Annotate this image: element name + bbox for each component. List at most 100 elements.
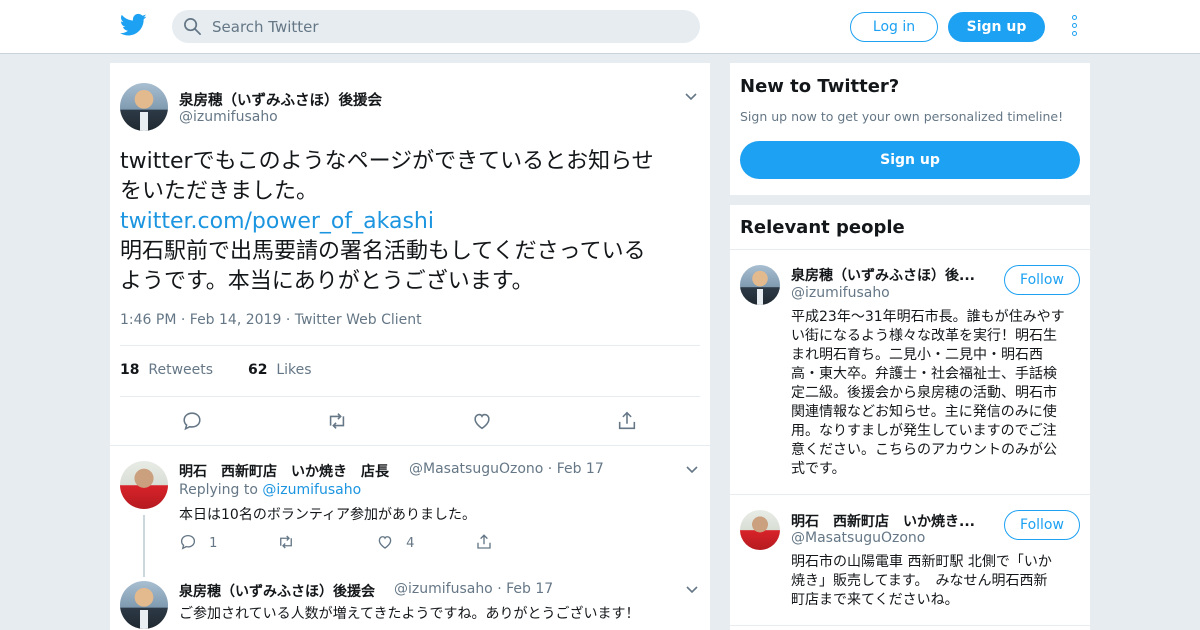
like-stat[interactable]: 62 Likes xyxy=(248,362,312,378)
retweet-stat[interactable]: 18 Retweets xyxy=(120,362,213,378)
bio-line: 定二級。後援会から泉房穂の活動、明石市 xyxy=(791,385,1057,401)
chevron-down-icon[interactable] xyxy=(685,93,697,101)
bio-line: 式です。 xyxy=(791,461,846,477)
reply-icon[interactable] xyxy=(181,410,203,432)
meta-separator: · xyxy=(547,461,553,477)
reply-action[interactable]: 1 xyxy=(179,533,217,551)
divider xyxy=(730,494,1090,495)
bio-line: い街になるよう様々な改革を実行！明石生 xyxy=(791,328,1057,344)
relevant-people-title: Relevant people xyxy=(740,217,905,238)
like-action[interactable]: 4 xyxy=(376,533,414,551)
replying-to-handle[interactable]: @izumifusaho xyxy=(262,482,361,498)
retweet-action[interactable] xyxy=(277,533,295,551)
top-navigation-bar: Log in Sign up xyxy=(0,0,1200,54)
tweet-text-line: ようです。本当にありがとうございます。 xyxy=(120,269,534,294)
reply-author-handle[interactable]: @izumifusaho · Feb 17 xyxy=(394,581,553,597)
signup-button[interactable]: Sign up xyxy=(948,12,1045,42)
replying-to-label: Replying to xyxy=(179,482,258,498)
signup-card-title: New to Twitter? xyxy=(740,76,900,97)
replying-to: Replying to @izumifusaho xyxy=(179,482,361,498)
tweet-meta: 1:46 PM · Feb 14, 2019 · Twitter Web Cli… xyxy=(120,312,422,328)
avatar[interactable] xyxy=(120,83,168,131)
reply-author-name[interactable]: 明石 西新町店 いか焼き 店長 xyxy=(179,461,389,481)
login-button[interactable]: Log in xyxy=(850,12,938,42)
share-action[interactable] xyxy=(475,533,493,551)
retweet-icon[interactable] xyxy=(326,410,348,432)
retweets-label: Retweets xyxy=(148,362,214,378)
tweet-time[interactable]: 1:46 PM xyxy=(120,312,176,328)
signup-card: New to Twitter? Sign up now to get your … xyxy=(730,63,1090,195)
retweets-count: 18 xyxy=(120,362,140,378)
divider xyxy=(120,396,700,397)
tweet-text-line: 明石駅前で出馬要請の署名活動もしてくださっている xyxy=(120,239,646,264)
reply-date[interactable]: Feb 17 xyxy=(557,461,604,477)
meta-separator: · xyxy=(285,312,291,328)
tweet-link[interactable]: twitter.com/power_of_akashi xyxy=(120,207,700,237)
likes-count: 62 xyxy=(247,362,268,378)
person-bio: 明石市の山陽電車 西新町駅 北側で「いか 焼き」販売してます。 みなせん明石西新… xyxy=(791,553,1083,610)
retweet-icon xyxy=(280,535,292,549)
tweet-author-handle[interactable]: @izumifusaho xyxy=(179,109,278,125)
bio-line: 焼き」販売してます。 みなせん明石西新 xyxy=(791,573,1048,589)
person-handle[interactable]: @MasatsuguOzono xyxy=(791,530,925,546)
meta-separator: · xyxy=(180,312,186,328)
divider xyxy=(730,625,1090,626)
tweet-text-line: twitterでもこのようなページができているとお知らせ xyxy=(120,149,654,174)
person-handle[interactable]: @izumifusaho xyxy=(791,285,890,301)
bio-line: まれ明石育ち。二見小・二見中・明石西 xyxy=(791,347,1043,363)
bio-line: 用。なりすましが発生していますのでご注 xyxy=(791,423,1057,439)
search-icon xyxy=(184,18,201,35)
tweet-date[interactable]: Feb 14, 2019 xyxy=(190,312,282,328)
thread-connector xyxy=(143,515,145,577)
follow-button[interactable]: Follow xyxy=(1004,510,1080,540)
tweet-text-line: をいただきました。 xyxy=(120,179,319,204)
heart-icon[interactable] xyxy=(471,410,493,432)
reply-text: 本日は10名のボランティア参加がありました。 xyxy=(179,507,476,523)
reply-icon xyxy=(180,534,196,550)
divider xyxy=(730,249,1090,250)
tweet-column: 泉房穂（いずみふさほ）後援会 @izumifusaho twitterでもこのよ… xyxy=(110,63,710,630)
likes-label: Likes xyxy=(276,362,312,378)
reply-handle-text: @MasatsuguOzono xyxy=(409,461,544,477)
heart-icon xyxy=(378,536,392,549)
reply-text: ご参加されている人数が増えてきたようですね。ありがとうございます！ xyxy=(179,606,640,622)
tweet-client: Twitter Web Client xyxy=(294,312,422,328)
signup-button[interactable]: Sign up xyxy=(740,141,1080,179)
bio-line: 平成23年〜31年明石市長。誰もが住みやす xyxy=(791,309,1065,325)
tweet-stats: 18 Retweets 62 Likes xyxy=(120,362,312,378)
chevron-down-icon[interactable] xyxy=(686,466,698,474)
search-box[interactable] xyxy=(172,10,700,43)
share-icon xyxy=(477,534,491,549)
bio-line: 町店まで来てくださいね。 xyxy=(791,592,959,608)
avatar[interactable] xyxy=(120,461,168,509)
search-input[interactable] xyxy=(212,10,682,43)
divider xyxy=(120,345,700,346)
person-name[interactable]: 泉房穂（いずみふさほ）後... xyxy=(791,265,975,285)
avatar[interactable] xyxy=(120,581,168,629)
reply-author-name[interactable]: 泉房穂（いずみふさほ）後援会 xyxy=(179,581,375,601)
reply-handle-text: @izumifusaho xyxy=(394,581,493,597)
bio-line: 明石市の山陽電車 西新町駅 北側で「いか xyxy=(791,554,1052,570)
relevant-people-card: Relevant people 泉房穂（いずみふさほ）後... @izumifu… xyxy=(730,205,1090,630)
like-count: 4 xyxy=(406,536,415,551)
reply-count: 1 xyxy=(209,536,218,551)
chevron-down-icon[interactable] xyxy=(686,586,698,594)
bio-line: 関連情報などお知らせ。主に発信のみに使 xyxy=(791,404,1057,420)
reply-author-handle[interactable]: @MasatsuguOzono · Feb 17 xyxy=(409,461,604,477)
bio-line: 高・東大卒。弁護士・社会福祉士、手話検 xyxy=(791,366,1057,382)
share-icon[interactable] xyxy=(616,410,638,432)
tweet-text: twitterでもこのようなページができているとお知らせ をいただきました。 t… xyxy=(120,147,700,297)
more-vertical-icon[interactable] xyxy=(1068,15,1080,39)
follow-button[interactable]: Follow xyxy=(1004,265,1080,295)
twitter-bird-icon[interactable] xyxy=(120,13,147,37)
person-bio: 平成23年〜31年明石市長。誰もが住みやす い街になるよう様々な改革を実行！明石… xyxy=(791,308,1083,479)
meta-separator: · xyxy=(497,581,502,597)
tweet-author-name[interactable]: 泉房穂（いずみふさほ）後援会 xyxy=(179,89,382,110)
person-name[interactable]: 明石 西新町店 いか焼き... xyxy=(791,511,975,531)
signup-card-subtitle: Sign up now to get your own personalized… xyxy=(740,109,1064,124)
reply-date[interactable]: Feb 17 xyxy=(506,581,553,597)
divider xyxy=(110,445,710,446)
avatar[interactable] xyxy=(740,510,780,550)
avatar[interactable] xyxy=(740,265,780,305)
bio-line: 意ください。こちらのアカウントのみが公 xyxy=(791,442,1057,458)
